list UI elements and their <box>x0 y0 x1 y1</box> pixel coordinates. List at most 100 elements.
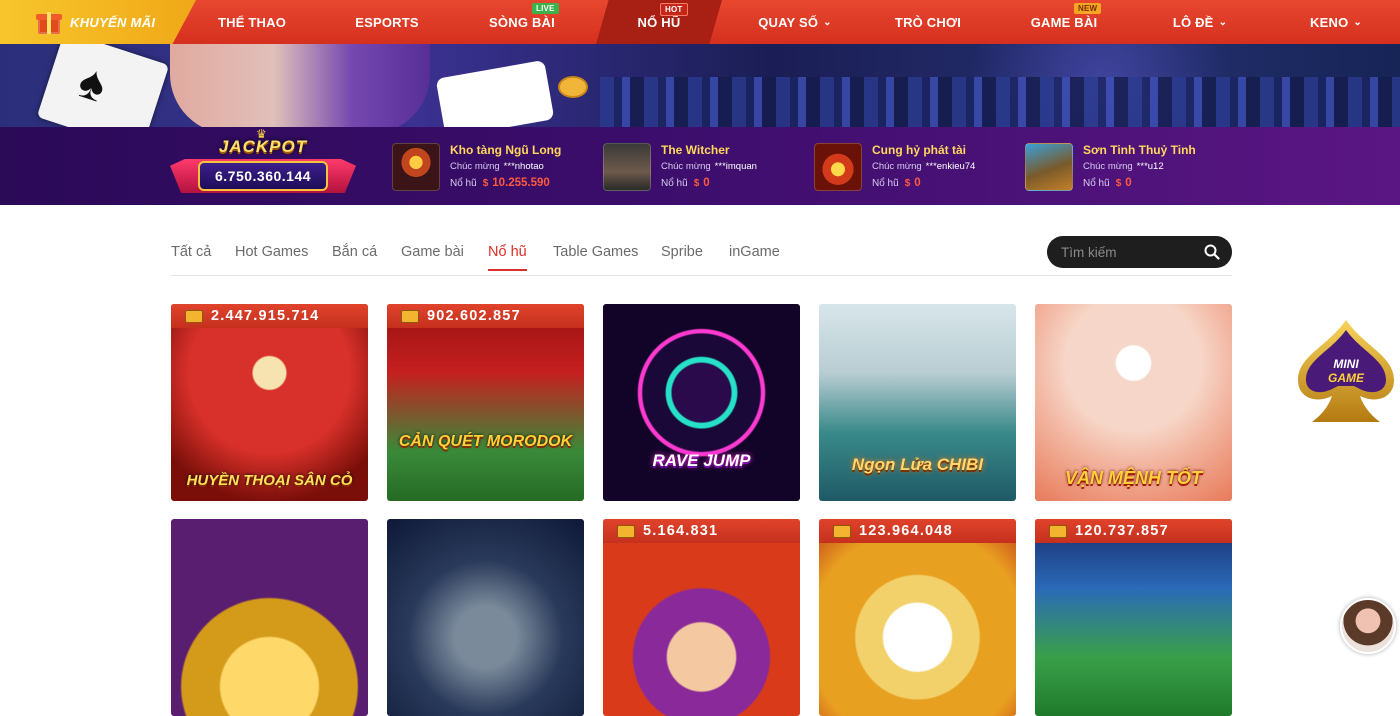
tab-spribe[interactable]: Spribe <box>661 244 703 269</box>
game-art <box>171 519 368 716</box>
gift-icon <box>36 10 62 34</box>
nav-item-game-bai[interactable]: GAME BÀI NEW <box>1012 0 1116 44</box>
tab-no-hu[interactable]: Nổ hũ <box>488 244 527 271</box>
nav-item-label: NỔ HŨ <box>637 14 681 30</box>
game-jackpot-banner: 120.737.857 <box>1035 519 1232 543</box>
tab-ban-ca[interactable]: Bắn cá <box>332 244 377 269</box>
hero-character-image <box>170 44 430 127</box>
game-title: RAVE JUMP <box>652 451 751 470</box>
top-nav: KHUYẾN MÃI THỂ THAO ESPORTS SÒNG BÀI LIV… <box>0 0 1400 44</box>
nav-item-label: LÔ ĐỀ <box>1172 14 1214 30</box>
game-thumbnail <box>814 143 862 191</box>
jackpot-plate: 6.750.360.144 <box>198 161 328 191</box>
game-title: VẬN MỆNH TỐT <box>1065 468 1202 488</box>
game-thumbnail <box>603 143 651 191</box>
city-skyline <box>600 77 1400 127</box>
game-card-ngon-lua-chibi[interactable]: Ngọn Lửa CHIBI <box>819 304 1016 501</box>
spade-icon: MINI GAME <box>1298 320 1394 422</box>
game-art <box>387 519 584 716</box>
game-card-van-menh-tot[interactable]: VẬN MỆNH TỐT <box>1035 304 1232 501</box>
jackpot-badge: ♛ JACKPOT 6.750.360.144 <box>170 127 356 201</box>
nav-item-esports[interactable]: ESPORTS <box>335 0 439 44</box>
svg-text:GAME: GAME <box>1328 371 1365 385</box>
nav-item-label: THỂ THAO <box>217 14 287 30</box>
search-box <box>1047 236 1232 268</box>
jackpot-winner-item[interactable]: Sơn Tinh Thuỷ Tinh Chúc mừng ***u12 Nổ hũ… <box>1025 141 1225 193</box>
chevron-down-icon: ⌄ <box>1353 16 1362 28</box>
treasure-chest-icon <box>833 524 851 538</box>
jackpot-winner-item[interactable]: The Witcher Chúc mừng ***imquan Nổ hũ $0 <box>603 141 803 193</box>
game-card-huyen-thoai-san-co[interactable]: 2.447.915.714 HUYỀN THOẠI SÂN CỎ <box>171 304 368 501</box>
treasure-chest-icon <box>185 309 203 323</box>
game-jackpot-value: 5.164.831 <box>643 523 719 539</box>
svg-text:MINI: MINI <box>1333 357 1359 371</box>
nav-item-label: QUAY SỐ <box>758 14 819 30</box>
hero-card-image <box>435 59 555 127</box>
game-card-god-of-wealth[interactable]: 5.164.831 <box>603 519 800 716</box>
jackpot-winner-item[interactable]: Kho tàng Ngũ Long Chúc mừng ***nhotao Nổ … <box>392 141 592 193</box>
winner-game-name: Cung hỷ phát tài <box>872 143 966 157</box>
nav-item-keno[interactable]: KENO ⌄ <box>1284 0 1388 44</box>
game-thumbnail <box>392 143 440 191</box>
game-title: CẢN QUÉT MORODOK <box>398 433 573 450</box>
tab-tat-ca[interactable]: Tất cả <box>171 244 211 269</box>
jackpot-winner-item[interactable]: Cung hỷ phát tài Chúc mừng ***enkieu74 Nổ… <box>814 141 1014 193</box>
chevron-down-icon: ⌄ <box>823 16 832 28</box>
winner-congrats: Chúc mừng ***nhotao <box>450 161 544 172</box>
winner-pot: Nổ hũ $0 <box>661 177 710 189</box>
tab-game-bai[interactable]: Game bài <box>401 244 464 269</box>
hero-banner[interactable]: ♠ <box>0 44 1400 127</box>
winner-pot: Nổ hũ $0 <box>872 177 921 189</box>
tab-hot-games[interactable]: Hot Games <box>235 244 308 269</box>
game-card-disco-ball[interactable] <box>171 519 368 716</box>
nav-item-no-hu[interactable]: NỔ HŨ HOT <box>596 0 722 44</box>
tab-table-games[interactable]: Table Games <box>553 244 638 269</box>
game-card-zeus[interactable] <box>387 519 584 716</box>
treasure-chest-icon <box>401 309 419 323</box>
search-icon[interactable] <box>1204 244 1220 260</box>
game-jackpot-value: 120.737.857 <box>1075 523 1169 539</box>
game-art <box>819 519 1016 716</box>
jackpot-bar: ♛ JACKPOT 6.750.360.144 Kho tàng Ngũ Lon… <box>0 127 1400 205</box>
promo-label: KHUYẾN MÃI <box>70 14 156 30</box>
nav-item-lo-de[interactable]: LÔ ĐỀ ⌄ <box>1148 0 1252 44</box>
game-art <box>603 519 800 716</box>
winner-congrats: Chúc mừng ***imquan <box>661 161 757 172</box>
nav-item-tro-choi[interactable]: TRÒ CHƠI <box>876 0 980 44</box>
game-card-lucky-cat[interactable]: 123.964.048 <box>819 519 1016 716</box>
game-card-rave-jump[interactable]: RAVE JUMP <box>603 304 800 501</box>
jackpot-value: 6.750.360.144 <box>214 168 312 184</box>
game-card-football[interactable]: 120.737.857 <box>1035 519 1232 716</box>
game-jackpot-value: 123.964.048 <box>859 523 953 539</box>
nav-item-quay-so[interactable]: QUAY SỐ ⌄ <box>740 0 850 44</box>
winner-pot: Nổ hũ $0 <box>1083 177 1132 189</box>
promo-button[interactable]: KHUYẾN MÃI <box>0 0 196 44</box>
nav-item-song-bai[interactable]: SÒNG BÀI LIVE <box>470 0 574 44</box>
game-art <box>387 304 584 501</box>
game-jackpot-value: 902.602.857 <box>427 308 521 324</box>
chevron-down-icon: ⌄ <box>1218 16 1228 28</box>
game-jackpot-value: 2.447.915.714 <box>211 308 320 324</box>
nav-item-label: SÒNG BÀI <box>489 14 555 30</box>
game-art <box>603 304 800 501</box>
game-jackpot-banner: 902.602.857 <box>387 304 584 328</box>
winner-game-name: Kho tàng Ngũ Long <box>450 143 562 157</box>
treasure-chest-icon <box>617 524 635 538</box>
treasure-chest-icon <box>1049 524 1067 538</box>
mini-game-button[interactable]: MINI GAME <box>1294 318 1398 424</box>
game-jackpot-banner: 5.164.831 <box>603 519 800 543</box>
winner-game-name: Sơn Tinh Thuỷ Tinh <box>1083 143 1196 157</box>
category-tabs: Tất cả Hot Games Bắn cá Game bài Nổ hũ T… <box>171 236 1232 276</box>
coin-icon <box>558 76 588 98</box>
nav-item-label: ESPORTS <box>355 14 419 30</box>
game-card-morodok[interactable]: 902.602.857 CẢN QUÉT MORODOK <box>387 304 584 501</box>
search-input[interactable] <box>1061 244 1201 260</box>
support-avatar[interactable] <box>1340 598 1396 654</box>
game-art <box>1035 519 1232 716</box>
game-thumbnail <box>1025 143 1073 191</box>
nav-item-the-thao[interactable]: THỂ THAO <box>200 0 304 44</box>
jackpot-title: JACKPOT <box>218 137 308 156</box>
nav-item-label: KENO <box>1310 14 1349 30</box>
winner-congrats: Chúc mừng ***enkieu74 <box>872 161 976 172</box>
tab-ingame[interactable]: inGame <box>729 244 780 269</box>
